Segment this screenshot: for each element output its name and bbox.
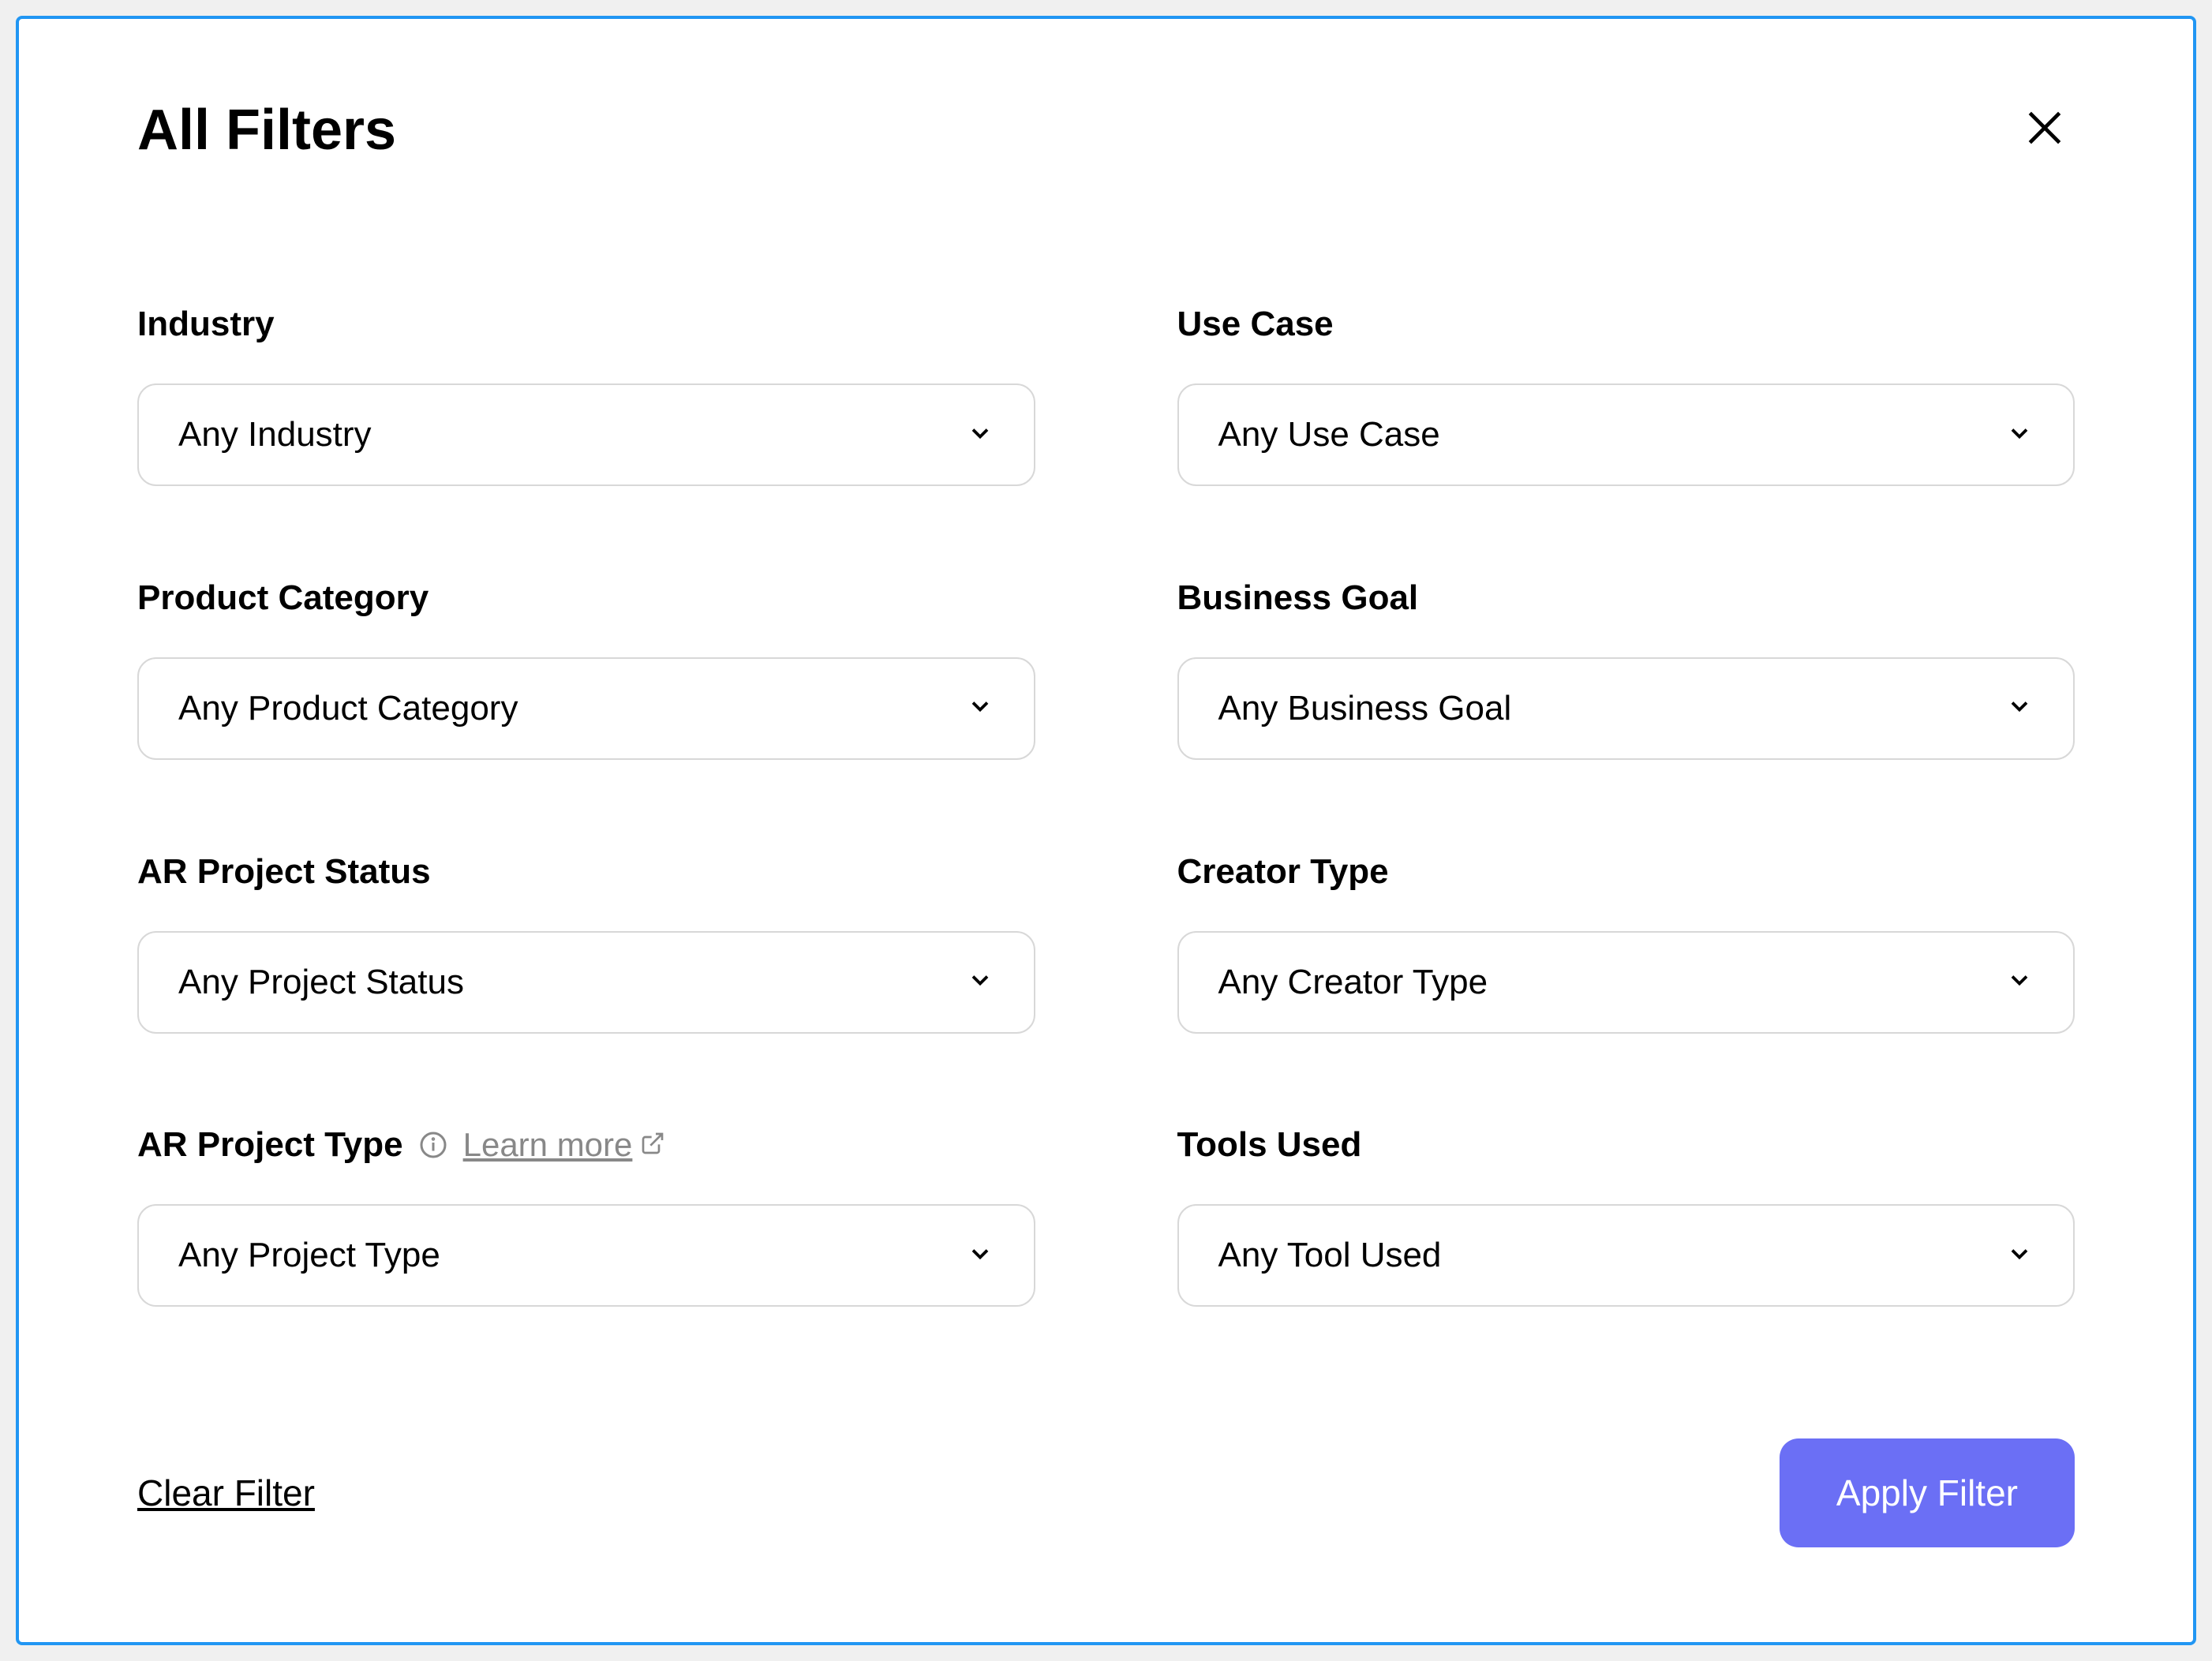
- modal-title: All Filters: [137, 98, 396, 163]
- filter-group-business-goal: Business Goal Any Business Goal: [1177, 578, 2075, 765]
- all-filters-modal: All Filters Industry Any Industry Use Ca…: [16, 16, 2196, 1645]
- select-value-business-goal: Any Business Goal: [1218, 689, 1512, 728]
- select-use-case[interactable]: Any Use Case: [1177, 383, 2075, 486]
- filter-group-ar-project-status: AR Project Status Any Project Status: [137, 852, 1035, 1039]
- select-ar-project-status[interactable]: Any Project Status: [137, 931, 1035, 1034]
- filters-grid: Industry Any Industry Use Case Any Use C…: [137, 305, 2075, 1312]
- filter-label-ar-project-status: AR Project Status: [137, 852, 1035, 892]
- filter-label-product-category: Product Category: [137, 578, 1035, 618]
- chevron-down-icon: [966, 692, 994, 724]
- filter-group-product-category: Product Category Any Product Category: [137, 578, 1035, 765]
- filter-label-creator-type: Creator Type: [1177, 852, 2075, 892]
- modal-footer: Clear Filter Apply Filter: [137, 1438, 2075, 1547]
- select-value-tools-used: Any Tool Used: [1218, 1236, 1442, 1275]
- chevron-down-icon: [2005, 419, 2034, 451]
- select-ar-project-type[interactable]: Any Project Type: [137, 1204, 1035, 1307]
- select-value-product-category: Any Product Category: [178, 689, 518, 728]
- close-icon: [2023, 106, 2067, 152]
- info-icon: [419, 1131, 447, 1159]
- external-link-icon: [640, 1126, 665, 1164]
- chevron-down-icon: [2005, 966, 2034, 998]
- filter-group-creator-type: Creator Type Any Creator Type: [1177, 852, 2075, 1039]
- filter-label-tools-used: Tools Used: [1177, 1125, 2075, 1165]
- chevron-down-icon: [966, 1240, 994, 1272]
- select-value-ar-project-type: Any Project Type: [178, 1236, 440, 1275]
- filter-label-industry: Industry: [137, 305, 1035, 344]
- chevron-down-icon: [2005, 1240, 2034, 1272]
- filter-label-ar-project-type: AR Project Type Learn more: [137, 1125, 1035, 1165]
- select-tools-used[interactable]: Any Tool Used: [1177, 1204, 2075, 1307]
- learn-more-link[interactable]: Learn more: [463, 1126, 666, 1164]
- filter-group-ar-project-type: AR Project Type Learn more Any Project T…: [137, 1125, 1035, 1312]
- chevron-down-icon: [2005, 692, 2034, 724]
- select-value-creator-type: Any Creator Type: [1218, 963, 1488, 1002]
- clear-filter-button[interactable]: Clear Filter: [137, 1472, 315, 1514]
- select-value-industry: Any Industry: [178, 415, 372, 455]
- filter-group-industry: Industry Any Industry: [137, 305, 1035, 492]
- select-creator-type[interactable]: Any Creator Type: [1177, 931, 2075, 1034]
- select-business-goal[interactable]: Any Business Goal: [1177, 657, 2075, 760]
- select-value-ar-project-status: Any Project Status: [178, 963, 464, 1002]
- apply-filter-button[interactable]: Apply Filter: [1780, 1438, 2075, 1547]
- chevron-down-icon: [966, 419, 994, 451]
- close-button[interactable]: [2015, 98, 2075, 160]
- learn-more-text: Learn more: [463, 1126, 633, 1164]
- filter-group-tools-used: Tools Used Any Tool Used: [1177, 1125, 2075, 1312]
- filter-group-use-case: Use Case Any Use Case: [1177, 305, 2075, 492]
- filter-label-business-goal: Business Goal: [1177, 578, 2075, 618]
- select-value-use-case: Any Use Case: [1218, 415, 1440, 455]
- filter-label-text-ar-project-type: AR Project Type: [137, 1125, 403, 1165]
- filter-label-use-case: Use Case: [1177, 305, 2075, 344]
- select-product-category[interactable]: Any Product Category: [137, 657, 1035, 760]
- chevron-down-icon: [966, 966, 994, 998]
- select-industry[interactable]: Any Industry: [137, 383, 1035, 486]
- modal-header: All Filters: [137, 98, 2075, 163]
